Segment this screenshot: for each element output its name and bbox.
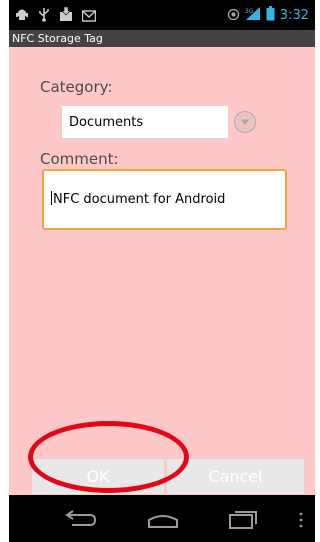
comment-field[interactable]: NFC document for Android: [42, 169, 287, 230]
comment-value: NFC document for Android: [53, 192, 226, 207]
ok-button[interactable]: OK: [32, 458, 164, 494]
menu-overflow-icon[interactable]: [298, 512, 304, 532]
recent-apps-icon[interactable]: [227, 510, 259, 534]
comment-text: NFC document for Android: [51, 191, 225, 207]
phone-screen: 3G 3:32 NFC Storage Tag Category: Docume…: [9, 0, 315, 542]
text-cursor: [51, 191, 52, 205]
system-icons: 3G 3:32: [227, 6, 309, 25]
app-title: NFC Storage Tag: [12, 32, 103, 45]
content-area: Category: Documents Comment: NFC documen…: [9, 47, 315, 495]
usb-icon: [38, 7, 50, 26]
comment-label: Comment:: [40, 150, 119, 168]
usb-debug-icon: [15, 7, 29, 26]
battery-icon: [266, 6, 275, 25]
download-icon: [59, 6, 73, 26]
category-spinner[interactable]: Documents: [62, 106, 228, 139]
category-label: Category:: [40, 78, 113, 96]
category-value: Documents: [69, 115, 144, 130]
app-title-bar: NFC Storage Tag: [9, 30, 315, 47]
back-icon[interactable]: [64, 510, 98, 534]
navigation-bar: [9, 497, 315, 542]
signal-icon: 3G: [245, 6, 261, 25]
cancel-button[interactable]: Cancel: [167, 458, 304, 494]
svg-text:3G: 3G: [245, 8, 254, 15]
gmail-icon: [81, 7, 97, 26]
status-bar: 3G 3:32: [9, 0, 315, 30]
rotate-icon: [227, 6, 240, 25]
notification-icons: [15, 6, 97, 26]
home-icon[interactable]: [146, 510, 180, 534]
clock: 3:32: [279, 7, 309, 23]
spinner-arrow-icon[interactable]: [233, 110, 257, 134]
